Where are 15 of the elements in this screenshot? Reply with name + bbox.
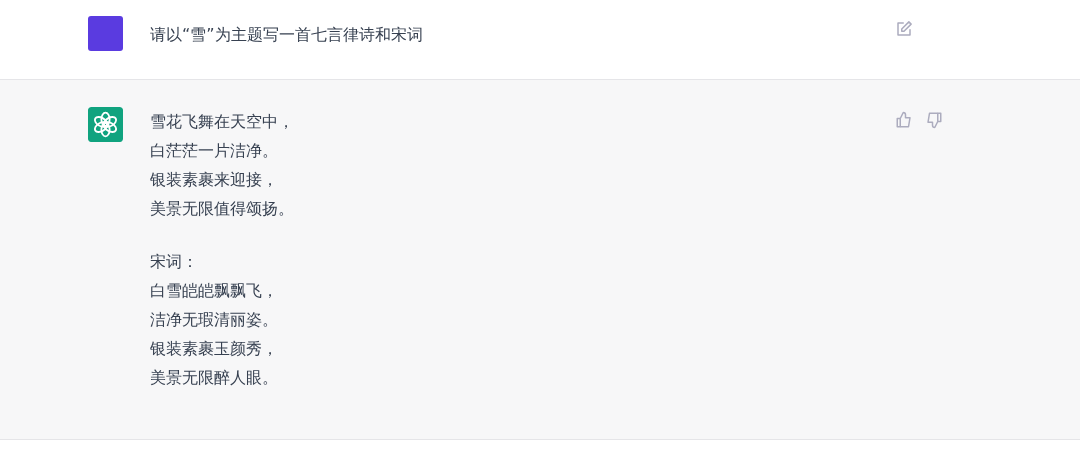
poem-line: 宋词： [150, 251, 198, 273]
poem-line: 白雪皑皑飘飘飞， [150, 280, 278, 302]
poem-line: 雪花飞舞在天空中， [150, 111, 294, 133]
edit-icon[interactable] [895, 20, 913, 38]
poem-line: 白茫茫一片洁净。 [150, 140, 278, 162]
knot-icon [88, 107, 123, 142]
poem-line: 美景无限醉人眼。 [150, 367, 278, 389]
user-message: 请以“雪”为主题写一首七言律诗和宋词 [150, 25, 423, 44]
poem-line: 洁净无瑕清丽姿。 [150, 309, 278, 331]
user-avatar [88, 16, 123, 51]
poem-line: 美景无限值得颂扬。 [150, 198, 294, 220]
thumbs-up-icon[interactable] [895, 111, 913, 129]
poem-line: 银装素裹玉颜秀， [150, 338, 278, 360]
thumbs-down-icon[interactable] [925, 111, 943, 129]
poem-line: 银装素裹来迎接， [150, 169, 278, 191]
